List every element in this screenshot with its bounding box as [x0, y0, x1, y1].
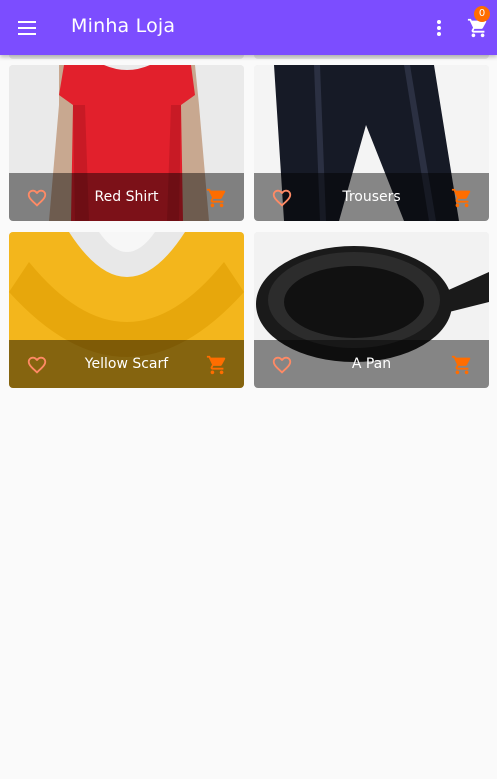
product-card[interactable]: Yellow Scarf [9, 232, 244, 388]
more-vert-icon [437, 20, 441, 36]
favorite-border-icon [272, 189, 292, 207]
cart-count-badge: 0 [474, 6, 490, 22]
product-grid: Red Shirt Trousers Yellow Scarf A Pan [0, 55, 497, 779]
favorite-border-icon [272, 356, 292, 374]
favorite-button[interactable] [24, 352, 50, 378]
favorite-border-icon [27, 189, 47, 207]
favorite-border-icon [27, 356, 47, 374]
product-name: Yellow Scarf [84, 356, 169, 372]
add-to-cart-button[interactable] [203, 351, 231, 379]
product-info-bar: A Pan [254, 340, 489, 388]
overflow-menu-button[interactable] [426, 11, 452, 45]
add-shopping-cart-icon [451, 188, 471, 208]
add-to-cart-button[interactable] [203, 184, 231, 212]
partially-hidden-tile [254, 55, 489, 59]
product-info-bar: Yellow Scarf [9, 340, 244, 388]
add-shopping-cart-icon [206, 188, 226, 208]
partially-hidden-tile [9, 55, 244, 59]
product-card[interactable]: A Pan [254, 232, 489, 388]
product-name: A Pan [351, 356, 392, 372]
product-info-bar: Red Shirt [9, 173, 244, 221]
app-title: Minha Loja [71, 15, 176, 37]
add-shopping-cart-icon [206, 355, 226, 375]
add-to-cart-button[interactable] [448, 351, 476, 379]
product-info-bar: Trousers [254, 173, 489, 221]
menu-button[interactable] [10, 11, 44, 45]
product-name: Trousers [342, 189, 401, 205]
app-bar: Minha Loja 0 [0, 0, 497, 55]
product-card[interactable]: Trousers [254, 65, 489, 221]
favorite-button[interactable] [269, 352, 295, 378]
favorite-button[interactable] [269, 185, 295, 211]
product-card[interactable]: Red Shirt [9, 65, 244, 221]
product-name: Red Shirt [94, 189, 159, 205]
add-shopping-cart-icon [451, 355, 471, 375]
favorite-button[interactable] [24, 185, 50, 211]
menu-icon [18, 21, 36, 35]
cart-button[interactable]: 0 [462, 6, 496, 45]
add-to-cart-button[interactable] [448, 184, 476, 212]
